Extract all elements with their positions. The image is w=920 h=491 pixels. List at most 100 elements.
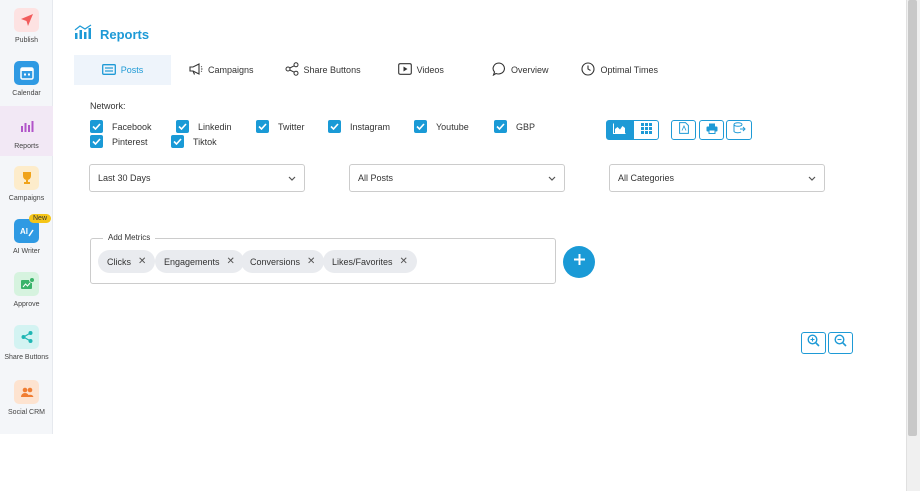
network-label: Network: — [90, 101, 126, 111]
categories-value: All Categories — [618, 173, 675, 183]
chevron-down-icon — [288, 173, 296, 183]
checkbox-label: Facebook — [112, 121, 152, 132]
metrics-field[interactable]: Add Metrics Clicks ✕ Engagements ✕ Conve… — [90, 233, 556, 284]
export-icon — [733, 121, 746, 139]
posts-select[interactable]: All Posts — [349, 164, 565, 192]
printer-icon — [706, 121, 718, 139]
checkmark-icon — [90, 135, 103, 148]
remove-chip-icon[interactable]: ✕ — [400, 256, 408, 267]
approve-icon — [14, 272, 39, 296]
checkbox-instagram[interactable]: Instagram — [328, 120, 390, 133]
plus-icon — [573, 253, 586, 271]
sidebar-item-ai-writer[interactable]: AI New AI Writer — [0, 214, 53, 259]
checkbox-gbp[interactable]: GBP — [494, 120, 535, 133]
chip-label: Likes/Favorites — [332, 256, 393, 267]
pdf-icon — [678, 121, 689, 139]
categories-select[interactable]: All Categories — [609, 164, 825, 192]
zoom-in-icon — [807, 334, 820, 352]
share-icon — [14, 325, 39, 349]
sidebar-item-label: Social CRM — [8, 409, 45, 416]
checkbox-linkedin[interactable]: Linkedin — [176, 120, 232, 133]
sidebar-item-publish[interactable]: Publish — [0, 8, 53, 48]
chart-view-button[interactable] — [606, 120, 633, 140]
metric-chip-likes-favorites: Likes/Favorites ✕ — [323, 250, 417, 273]
chevron-down-icon — [548, 173, 556, 183]
posts-icon — [101, 63, 116, 77]
metric-chip-engagements: Engagements ✕ — [155, 250, 244, 273]
tab-optimal-times[interactable]: Optimal Times — [562, 55, 672, 85]
chip-label: Clicks — [107, 256, 131, 267]
sidebar-item-share-buttons[interactable]: Share Buttons — [0, 325, 53, 365]
checkbox-tiktok[interactable]: Tiktok — [171, 135, 217, 148]
users-icon — [14, 380, 39, 404]
checkbox-youtube[interactable]: Youtube — [414, 120, 469, 133]
sidebar-item-calendar[interactable]: Calendar — [0, 61, 53, 101]
remove-chip-icon[interactable]: ✕ — [138, 256, 146, 267]
tab-label: Campaigns — [208, 65, 254, 75]
chip-label: Conversions — [250, 256, 301, 267]
add-metric-button[interactable] — [563, 246, 595, 278]
tab-bar: Posts Campaigns Share Buttons Videos Ove… — [74, 55, 672, 85]
sidebar-item-label: Share Buttons — [4, 354, 49, 361]
paper-plane-icon — [14, 8, 39, 32]
sidebar-item-social-crm[interactable]: Social CRM — [0, 380, 53, 420]
svg-text:AI: AI — [20, 227, 28, 236]
sidebar-item-reports[interactable]: Reports — [0, 106, 53, 156]
sidebar-item-approve[interactable]: Approve — [0, 272, 53, 312]
page-title: Reports — [100, 27, 150, 42]
tab-posts[interactable]: Posts — [74, 55, 171, 85]
tab-label: Overview — [510, 65, 549, 75]
checkbox-label: Youtube — [436, 121, 469, 132]
remove-chip-icon[interactable]: ✕ — [227, 256, 235, 267]
checkbox-pinterest[interactable]: Pinterest — [90, 135, 148, 148]
checkbox-label: Tiktok — [193, 136, 217, 147]
area-chart-icon — [613, 121, 626, 139]
remove-chip-icon[interactable]: ✕ — [307, 256, 315, 267]
page-header: Reports — [74, 24, 149, 45]
scrollbar-thumb[interactable] — [908, 0, 917, 436]
sidebar-item-label: Calendar — [12, 90, 41, 97]
zoom-out-button[interactable] — [828, 332, 853, 354]
zoom-in-button[interactable] — [801, 332, 826, 354]
export-pdf-button[interactable] — [671, 120, 696, 140]
calendar-icon — [14, 61, 39, 85]
tab-label: Optimal Times — [600, 65, 658, 75]
print-button[interactable] — [699, 120, 724, 140]
zoom-out-icon — [834, 334, 847, 352]
trophy-icon — [14, 166, 39, 190]
checkbox-facebook[interactable]: Facebook — [90, 120, 152, 133]
reports-chart-icon — [74, 24, 92, 45]
tab-label: Posts — [120, 65, 144, 75]
sidebar: Publish Calendar Reports Campaigns AI Ne… — [0, 0, 53, 434]
sidebar-item-label: Campaigns — [8, 195, 45, 202]
date-range-value: Last 30 Days — [98, 173, 151, 183]
checkmark-icon — [256, 120, 269, 133]
tab-campaigns[interactable]: Campaigns — [171, 55, 268, 85]
tab-label: Share Buttons — [303, 65, 361, 75]
grid-view-button[interactable] — [633, 120, 659, 140]
sidebar-item-label: AI Writer — [12, 248, 41, 255]
checkbox-label: Twitter — [278, 121, 305, 132]
speech-bubble-icon — [492, 62, 506, 78]
tab-share-buttons[interactable]: Share Buttons — [268, 55, 375, 85]
metric-chip-clicks: Clicks ✕ — [98, 250, 156, 273]
tab-overview[interactable]: Overview — [458, 55, 563, 85]
tab-label: Videos — [416, 65, 444, 75]
metrics-legend: Add Metrics — [103, 233, 156, 242]
export-data-button[interactable] — [726, 120, 752, 140]
sidebar-item-campaigns[interactable]: Campaigns — [0, 166, 53, 206]
chevron-down-icon — [808, 173, 816, 183]
date-range-select[interactable]: Last 30 Days — [89, 164, 305, 192]
megaphone-icon — [189, 63, 203, 77]
checkbox-label: Linkedin — [198, 121, 232, 132]
checkmark-icon — [494, 120, 507, 133]
tab-videos[interactable]: Videos — [375, 55, 458, 85]
checkbox-label: GBP — [516, 121, 536, 132]
checkmark-icon — [414, 120, 427, 133]
checkbox-label: Instagram — [350, 121, 391, 132]
checkbox-twitter[interactable]: Twitter — [256, 120, 305, 133]
clock-icon — [581, 62, 596, 78]
checkmark-icon — [328, 120, 341, 133]
main-content: Reports Posts Campaigns Share Buttons Vi… — [54, 0, 906, 434]
checkmark-icon — [176, 120, 189, 133]
